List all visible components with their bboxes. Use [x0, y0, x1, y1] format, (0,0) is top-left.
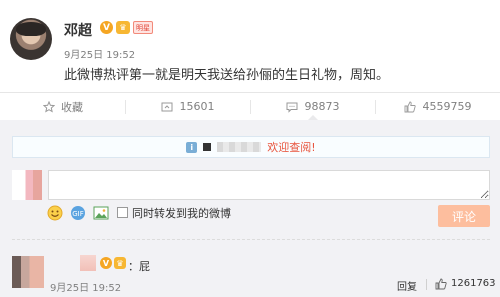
comment-timestamp: 9月25日 19:52: [50, 283, 122, 294]
notice-banner: i 欢迎查阅!: [12, 136, 490, 158]
divider: [12, 239, 490, 240]
user-badges: V ♛ 明星: [100, 21, 153, 34]
favorite-label: 收藏: [61, 100, 83, 114]
thumbs-up-icon: [404, 100, 417, 113]
repost-checkbox[interactable]: [117, 207, 128, 218]
image-icon[interactable]: [92, 204, 109, 221]
avatar-hair: [16, 22, 46, 36]
current-user-avatar: [12, 170, 42, 200]
comment-tools: GIF 同时转发到我的微博: [46, 204, 231, 221]
user-avatar[interactable]: [10, 18, 52, 60]
vip-crown-icon[interactable]: ♛: [116, 21, 130, 34]
post-content: 此微博热评第一就是明天我送给孙俪的生日礼物，周知。: [64, 68, 390, 83]
info-icon: i: [186, 141, 198, 153]
repost-label: 同时转发到我的微博: [132, 206, 231, 220]
verified-badge-icon[interactable]: V: [100, 257, 112, 269]
redacted-username: [217, 142, 262, 152]
reply-button[interactable]: 回复: [397, 278, 417, 293]
submit-comment-button[interactable]: 评论: [438, 205, 490, 227]
comment-like-button[interactable]: 1261763: [434, 277, 496, 290]
smile-icon[interactable]: [46, 204, 63, 221]
vip-crown-icon[interactable]: ♛: [114, 257, 126, 269]
notice-link[interactable]: 欢迎查阅!: [267, 139, 315, 155]
share-icon: [161, 100, 174, 113]
action-separator: [426, 279, 427, 290]
comment-section: i 欢迎查阅! GIF 同时转发到我的微博 评论 V ♛ ：屁 9月25日 19…: [0, 120, 500, 297]
post-timestamp[interactable]: 9月25日 19:52: [64, 46, 135, 61]
repost-button[interactable]: 15601: [125, 93, 250, 120]
like-count: 4559759: [422, 100, 472, 113]
comment-count: 98873: [304, 100, 340, 113]
commenter-name-redacted[interactable]: [80, 255, 96, 271]
star-badge-icon[interactable]: 明星: [133, 21, 153, 34]
comment-button[interactable]: 98873: [250, 93, 375, 121]
weibo-post: 邓超 V ♛ 明星 9月25日 19:52 此微博热评第一就是明天我送给孙俪的生…: [0, 0, 500, 92]
post-username[interactable]: 邓超: [64, 20, 92, 40]
favorite-button[interactable]: 收藏: [0, 93, 125, 120]
comment-icon: [286, 100, 299, 113]
thumbs-up-icon: [434, 277, 447, 290]
comment-input[interactable]: [48, 170, 490, 200]
star-icon: [42, 100, 55, 113]
post-action-bar: 收藏 15601 98873 4559759: [0, 92, 500, 121]
comment-like-count: 1261763: [451, 278, 496, 289]
commenter-badges: V ♛: [100, 257, 126, 269]
commenter-avatar[interactable]: [12, 256, 44, 288]
like-button[interactable]: 4559759: [375, 93, 500, 120]
repost-count: 15601: [179, 100, 215, 113]
repost-checkbox-group[interactable]: 同时转发到我的微博: [117, 205, 231, 221]
verified-badge-icon[interactable]: V: [100, 21, 113, 34]
svg-text:GIF: GIF: [72, 210, 84, 218]
friends-icon[interactable]: GIF: [69, 204, 86, 221]
redacted-mark: [203, 143, 212, 151]
comment-text: ：屁: [128, 260, 150, 273]
